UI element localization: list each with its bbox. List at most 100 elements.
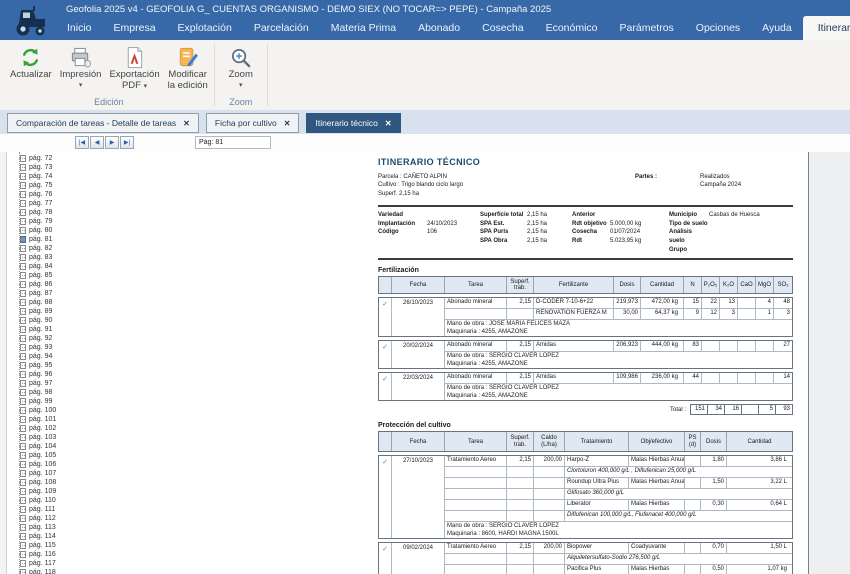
tree-item[interactable]: pág. 82 — [7, 244, 67, 253]
treatment-line: Roundup Ultra Plus Malas Hierbas Anual 1,5… — [445, 478, 792, 490]
tree-item[interactable]: pág. 110 — [7, 496, 67, 505]
document-tab[interactable]: Comparación de tareas - Detalle de tarea… — [7, 113, 199, 133]
page-icon — [20, 362, 26, 369]
first-page-button[interactable]: |◀ — [75, 136, 89, 149]
menu-item[interactable]: Parámetros — [609, 16, 685, 40]
next-page-button[interactable]: ▶ — [105, 136, 119, 149]
tab-close-icon[interactable]: ✕ — [385, 119, 392, 128]
tree-item[interactable]: pág. 114 — [7, 532, 67, 541]
tree-item[interactable]: pág. 99 — [7, 397, 67, 406]
tree-item[interactable]: pág. 111 — [7, 505, 67, 514]
menu-item[interactable]: Empresa — [103, 16, 167, 40]
tree-item[interactable]: pág. 113 — [7, 523, 67, 532]
tree-item[interactable]: pág. 93 — [7, 343, 67, 352]
modificar-edicion-button[interactable]: Modificar la edición — [164, 43, 212, 95]
tree-item[interactable]: pág. 112 — [7, 514, 67, 523]
geofolia-logo-icon[interactable] — [9, 3, 53, 37]
document-tab[interactable]: Itinerario técnico ✕ — [306, 113, 401, 133]
tree-item[interactable]: pág. 105 — [7, 451, 67, 460]
menu-tab-itinerario-tecnico[interactable]: Itinerario técnico — [802, 16, 850, 40]
tree-item[interactable]: pág. 89 — [7, 307, 67, 316]
tree-item[interactable]: pág. 84 — [7, 262, 67, 271]
page-margin — [808, 152, 850, 574]
tree-item[interactable]: pág. 80 — [7, 226, 67, 235]
menu-item[interactable]: Cosecha — [471, 16, 534, 40]
tree-item[interactable]: pág. 94 — [7, 352, 67, 361]
impresion-button[interactable]: Impresión ▾ — [56, 43, 106, 95]
page-icon — [20, 434, 26, 441]
exportacion-pdf-button[interactable]: Exportación PDF ▾ — [105, 43, 163, 95]
tree-item[interactable]: pág. 92 — [7, 334, 67, 343]
treatment-line: Liberator Malas Hierbas 0,30 0,64 L — [445, 500, 792, 512]
tree-item[interactable]: pág. 100 — [7, 406, 67, 415]
tree-item[interactable]: pág. 116 — [7, 550, 67, 559]
tree-item[interactable]: pág. 74 — [7, 172, 67, 181]
cell-superficie — [507, 478, 534, 489]
tree-item[interactable]: pág. 86 — [7, 280, 67, 289]
tree-scrollbar[interactable] — [0, 152, 7, 574]
cell-fertilizante: Amidas — [534, 341, 614, 352]
tree-item[interactable]: pág. 118 — [7, 568, 67, 574]
tree-item[interactable]: pág. 72 — [7, 154, 67, 163]
tree-item[interactable]: pág. 79 — [7, 217, 67, 226]
tree-item[interactable]: pág. 88 — [7, 298, 67, 307]
menu-item[interactable]: Abonado — [407, 16, 471, 40]
tree-item[interactable]: pág. 90 — [7, 316, 67, 325]
tree-item[interactable]: pág. 96 — [7, 370, 67, 379]
info-value: 5.000,00 kg — [610, 220, 642, 227]
tree-item[interactable]: pág. 115 — [7, 541, 67, 550]
zoom-button[interactable]: Zoom ▾ — [217, 43, 265, 95]
actualizar-button[interactable]: Actualizar — [6, 43, 56, 95]
menu-item[interactable]: Ayuda — [751, 16, 803, 40]
tree-item[interactable]: pág. 117 — [7, 559, 67, 568]
cell-tarea — [445, 565, 507, 574]
info-label: Implantación — [378, 220, 416, 227]
tree-item[interactable]: pág. 76 — [7, 190, 67, 199]
page-icon — [20, 317, 26, 324]
tree-item[interactable]: pág. 75 — [7, 181, 67, 190]
tree-item[interactable]: pág. 104 — [7, 442, 67, 451]
tree-item-label: pág. 83 — [29, 254, 53, 261]
tree-item[interactable]: pág. 97 — [7, 379, 67, 388]
page-icon — [20, 380, 26, 387]
page-number-input[interactable] — [195, 136, 271, 149]
tree-item[interactable]: pág. 91 — [7, 325, 67, 334]
tree-item[interactable]: pág. 102 — [7, 424, 67, 433]
cell-nutriente: 12 — [702, 309, 720, 320]
page-icon — [20, 515, 26, 522]
column-header: Caldo (L/ha) — [534, 432, 565, 452]
tree-item[interactable]: pág. 108 — [7, 478, 67, 487]
page-icon — [20, 218, 26, 225]
tab-close-icon[interactable]: ✕ — [183, 119, 190, 128]
page-icon — [20, 569, 26, 574]
tree-item[interactable]: pág. 98 — [7, 388, 67, 397]
menu-item[interactable]: Económico — [535, 16, 609, 40]
tree-item[interactable]: pág. 83 — [7, 253, 67, 262]
tree-item[interactable]: pág. 85 — [7, 271, 67, 280]
cell-nutriente: 13 — [720, 298, 738, 309]
menu-item[interactable]: Opciones — [685, 16, 751, 40]
menu-item[interactable]: Inicio — [56, 16, 103, 40]
tree-item[interactable]: pág. 73 — [7, 163, 67, 172]
menu-item[interactable]: Materia Prima — [320, 16, 407, 40]
tree-item[interactable]: pág. 81 — [7, 235, 67, 244]
menu-item[interactable]: Explotación — [167, 16, 243, 40]
pdf-icon — [123, 44, 146, 70]
tree-item[interactable]: pág. 109 — [7, 487, 67, 496]
tree-item[interactable]: pág. 77 — [7, 199, 67, 208]
page-icon — [20, 443, 26, 450]
tree-item[interactable]: pág. 106 — [7, 460, 67, 469]
last-page-button[interactable]: ▶| — [120, 136, 134, 149]
tree-item[interactable]: pág. 78 — [7, 208, 67, 217]
menu-item[interactable]: Parcelación — [243, 16, 320, 40]
tab-close-icon[interactable]: ✕ — [284, 119, 291, 128]
tree-item[interactable]: pág. 107 — [7, 469, 67, 478]
tree-item[interactable]: pág. 87 — [7, 289, 67, 298]
tree-item[interactable]: pág. 101 — [7, 415, 67, 424]
tree-item[interactable]: pág. 95 — [7, 361, 67, 370]
previous-page-button[interactable]: ◀ — [90, 136, 104, 149]
document-tab[interactable]: Ficha por cultivo ✕ — [205, 113, 300, 133]
tree-item[interactable]: pág. 103 — [7, 433, 67, 442]
title-bar: Geofolia 2025 v4 - GEOFOLIA G_ CUENTAS O… — [0, 0, 850, 40]
cell-fecha: 26/10/2023 — [392, 298, 445, 337]
